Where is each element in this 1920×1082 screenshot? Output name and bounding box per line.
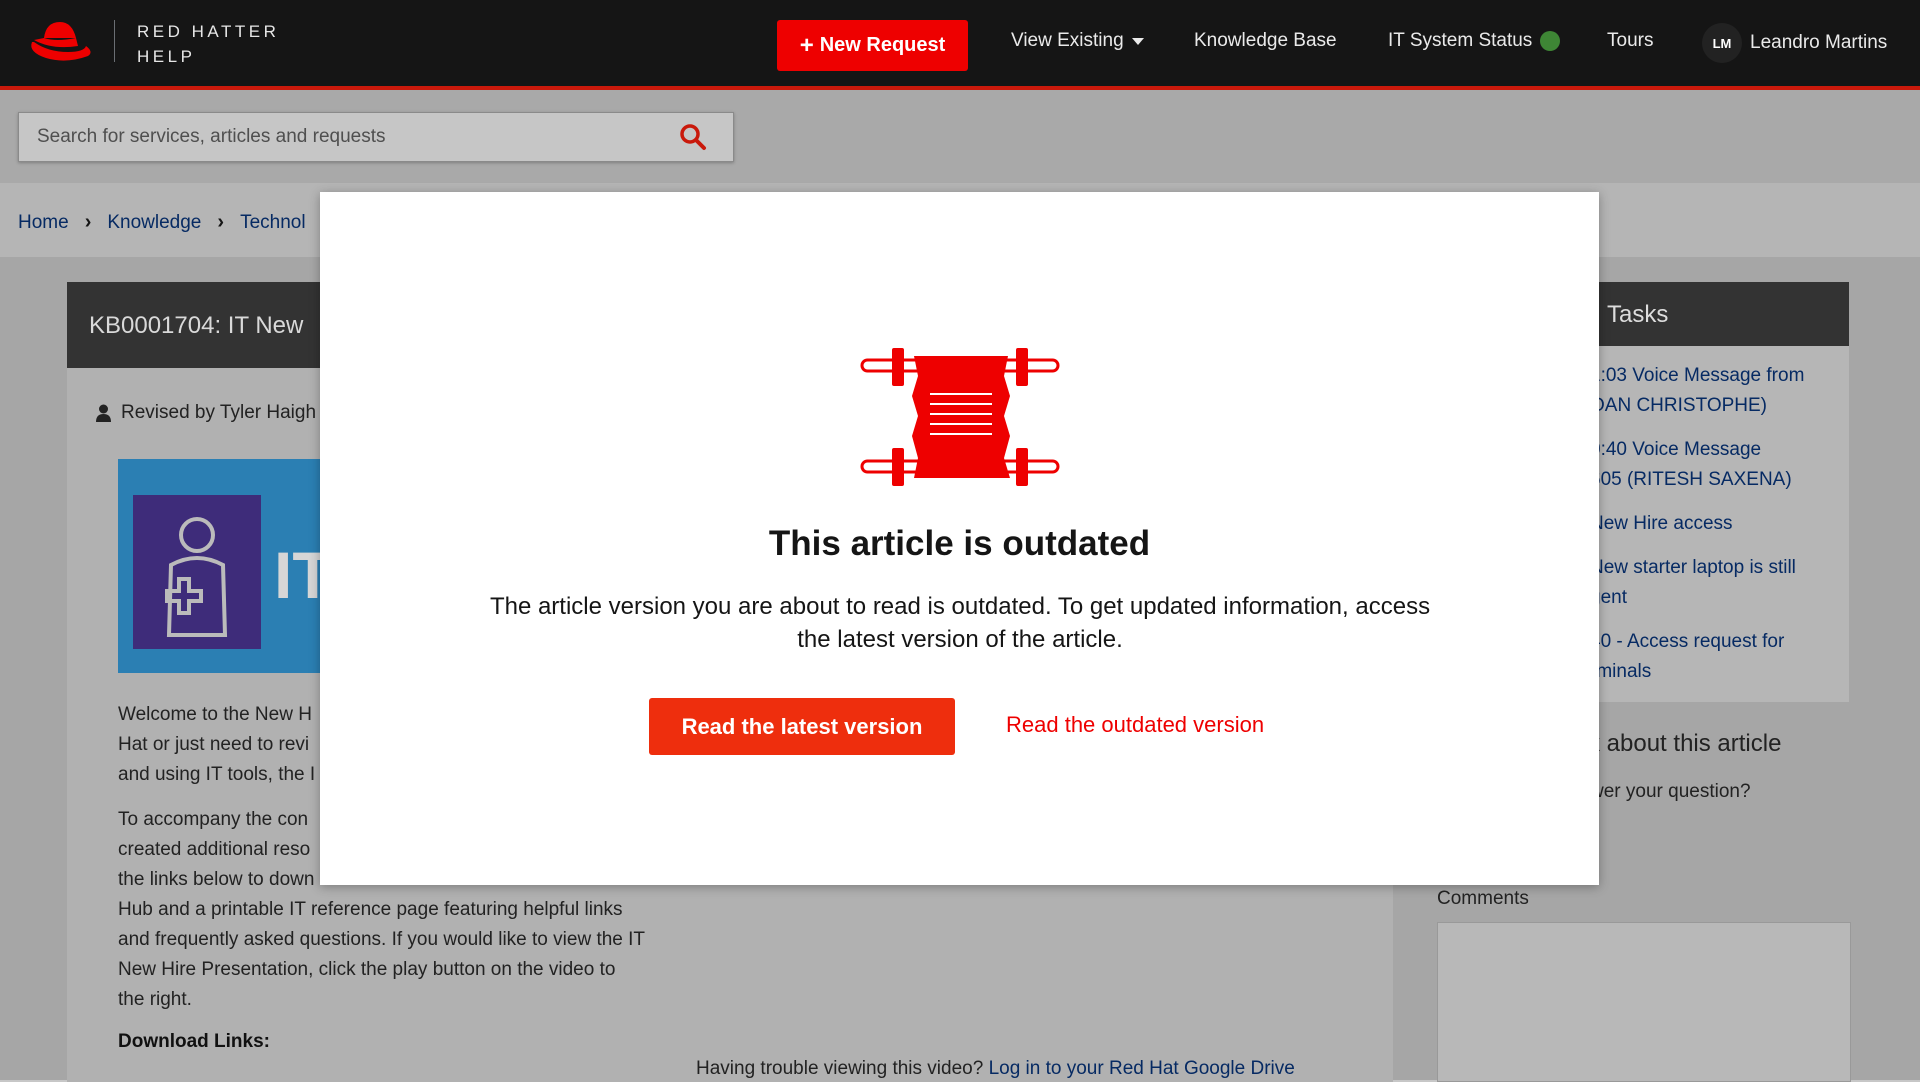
plus-icon: + bbox=[799, 31, 814, 59]
red-hat-logo-icon[interactable] bbox=[26, 16, 94, 66]
article-title: KB0001704: IT New bbox=[89, 312, 304, 339]
task-line: 40 - Access request for bbox=[1590, 631, 1785, 652]
nav-it-system-status[interactable]: IT System Status bbox=[1388, 30, 1561, 52]
scroll-icon bbox=[860, 348, 1060, 486]
task-line: gent bbox=[1590, 587, 1627, 608]
modal-title: This article is outdated bbox=[768, 524, 1151, 563]
article-revised: Revised by Tyler Haigh bbox=[96, 402, 316, 424]
download-links-heading: Download Links: bbox=[118, 1031, 270, 1052]
caret-down-icon bbox=[1131, 37, 1144, 45]
modal-message: The article version you are about to rea… bbox=[489, 593, 1431, 653]
task-item[interactable]: 1:03 Voice Message from OAN CHRISTOPHE) bbox=[1590, 361, 1804, 421]
nav-it-system-status-label: IT System Status bbox=[1388, 30, 1533, 51]
user-name: Leandro Martins bbox=[1750, 32, 1888, 53]
task-line: 0:40 Voice Message bbox=[1590, 439, 1762, 460]
outdated-article-modal: This article is outdated The article ver… bbox=[320, 192, 1599, 885]
nav-view-existing[interactable]: View Existing bbox=[1011, 30, 1144, 52]
task-line: OAN CHRISTOPHE) bbox=[1590, 395, 1768, 416]
site-name-line1: RED HATTER bbox=[137, 22, 280, 41]
breadcrumb-home[interactable]: Home bbox=[18, 212, 69, 234]
search-box bbox=[18, 112, 734, 162]
task-line: New starter laptop is still bbox=[1590, 557, 1796, 578]
video-help: Having trouble viewing this video? Log i… bbox=[696, 1058, 1295, 1080]
read-outdated-version-link[interactable]: Read the outdated version bbox=[1006, 712, 1264, 738]
task-item[interactable]: New starter laptop is still gent bbox=[1590, 553, 1796, 613]
logo-divider bbox=[114, 20, 115, 62]
read-latest-version-button[interactable]: Read the latest version bbox=[649, 698, 955, 755]
new-request-label: New Request bbox=[819, 34, 946, 56]
task-item[interactable]: 0:40 Voice Message 605 (RITESH SAXENA) bbox=[1590, 435, 1792, 495]
para-line: the right. bbox=[118, 989, 192, 1010]
para-line: and frequently asked questions. If you w… bbox=[118, 929, 646, 950]
revised-by-text: Revised by Tyler Haigh bbox=[121, 402, 317, 423]
person-icon bbox=[96, 404, 111, 422]
para-line: Hub and a printable IT reference page fe… bbox=[118, 899, 623, 920]
nav-tours-label: Tours bbox=[1607, 30, 1654, 51]
breadcrumb: Home › Knowledge › Technol bbox=[18, 211, 306, 234]
chevron-right-icon: › bbox=[84, 211, 92, 233]
search-icon[interactable] bbox=[679, 123, 707, 151]
breadcrumb-knowledge[interactable]: Knowledge bbox=[107, 212, 201, 234]
google-drive-login-link[interactable]: Log in to your Red Hat Google Drive bbox=[989, 1058, 1295, 1079]
new-request-button[interactable]: + New Request bbox=[777, 20, 968, 71]
nav-knowledge-base[interactable]: Knowledge Base bbox=[1194, 30, 1337, 52]
feedback-title: k about this article bbox=[1588, 730, 1782, 757]
nav-knowledge-base-label: Knowledge Base bbox=[1194, 30, 1337, 51]
task-line: 605 (RITESH SAXENA) bbox=[1590, 469, 1792, 490]
status-ok-icon bbox=[1540, 31, 1561, 51]
feedback-question: wer your question? bbox=[1590, 781, 1751, 802]
top-nav-bar: RED HATTER HELP + New Request View Exist… bbox=[0, 0, 1920, 90]
chevron-right-icon: › bbox=[217, 211, 225, 233]
comments-textarea[interactable] bbox=[1437, 922, 1851, 1082]
task-item[interactable]: New Hire access bbox=[1590, 509, 1733, 539]
video-help-text: Having trouble viewing this video? bbox=[696, 1058, 984, 1079]
nav-tours[interactable]: Tours bbox=[1607, 30, 1653, 52]
avatar: LM bbox=[1702, 23, 1742, 63]
search-input[interactable] bbox=[35, 113, 659, 161]
task-line: 1:03 Voice Message from bbox=[1590, 365, 1805, 386]
user-menu[interactable]: LM Leandro Martins bbox=[1702, 23, 1887, 63]
task-line: New Hire access bbox=[1590, 513, 1733, 534]
site-name-line2: HELP bbox=[137, 47, 196, 66]
nav-view-existing-label: View Existing bbox=[1011, 30, 1124, 51]
comments-label: Comments bbox=[1437, 888, 1529, 909]
new-hire-person-icon bbox=[165, 517, 228, 637]
search-bar-row bbox=[0, 90, 1920, 183]
task-item[interactable]: 40 - Access request for rminals bbox=[1590, 627, 1784, 687]
para-line: New Hire Presentation, click the play bu… bbox=[118, 959, 616, 980]
task-line: rminals bbox=[1590, 661, 1652, 682]
breadcrumb-technology[interactable]: Technol bbox=[240, 212, 306, 234]
hero-tile bbox=[133, 495, 261, 649]
site-name[interactable]: RED HATTER HELP bbox=[137, 19, 279, 69]
tasks-title: Tasks bbox=[1607, 301, 1669, 328]
